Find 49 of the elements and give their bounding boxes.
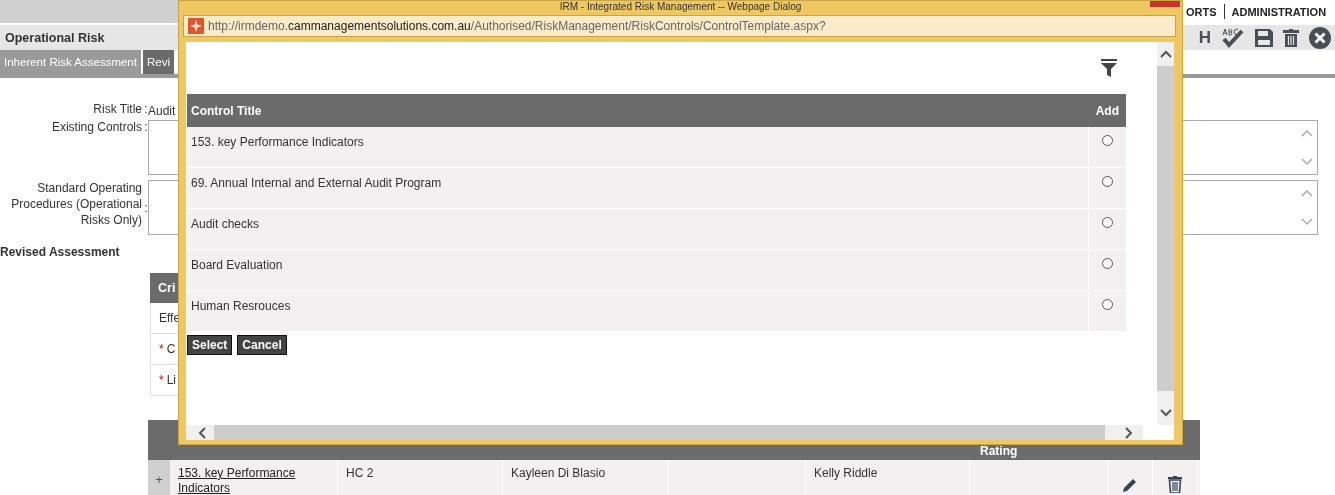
control-link[interactable]: 153. key Performance Indicators [178,466,329,495]
table-cell-text: Li [166,373,176,387]
expand-button[interactable]: + [148,460,170,495]
section-title: Operational Risk [5,30,105,45]
site-icon [188,18,204,34]
label-separator: : [144,200,148,215]
control-title: Audit checks [191,217,260,231]
table-cell: HC 2 [338,460,503,495]
radio-button[interactable] [1102,258,1113,269]
scroll-down-icon[interactable] [1159,409,1172,417]
scroll-left-icon[interactable] [198,426,206,439]
radio-button[interactable] [1102,217,1113,228]
window-title: IRM - Integrated Risk Management -- Webpage Dialog [559,1,802,13]
url-text: http://irmdemo.cammanagementsolutions.com.au/Authorised/RiskManagement/RiskControls/ControlTemplate.aspx? [208,19,826,33]
label-separator: : [144,102,148,116]
table-cell: Kayleen Di Blasio [503,460,668,495]
radio-button[interactable] [1102,135,1113,146]
field-value: Audit [148,103,176,118]
label-separator: : [144,120,148,134]
section-heading: Revised Assessment [0,245,121,259]
close-icon[interactable] [1309,26,1331,49]
trash-icon[interactable] [1168,476,1182,493]
control-title: 69. Annual Internal and External Audit Program [191,176,442,190]
column-header: Control Title [191,103,262,118]
control-title: 153. key Performance Indicators [191,135,364,149]
trash-icon[interactable] [1283,28,1299,47]
table-cell-text: C [166,342,176,356]
control-title: Board Evaluation [191,258,283,272]
dialog-button[interactable]: Cancel [237,335,287,355]
edit-icon[interactable] [1122,477,1138,493]
field-label: Risk Title [92,102,143,116]
required-marker: * [159,342,164,356]
radio-button[interactable] [1102,299,1113,310]
tab[interactable]: Revi [142,50,174,74]
heading-button[interactable]: H [1198,27,1211,48]
field-label: Existing Controls [50,120,143,134]
column-header: Add [1095,103,1119,118]
field-label: Standard Operating Procedures (Operational Risks Only) [10,180,143,228]
required-marker: * [159,373,164,387]
spellcheck-icon[interactable] [1221,26,1245,49]
save-icon[interactable] [1255,28,1273,47]
scroll-right-icon[interactable] [1125,426,1133,439]
nav-link[interactable]: ADMINISTRATION [1224,5,1334,18]
radio-button[interactable] [1102,176,1113,187]
dialog-button[interactable]: Select [187,335,233,355]
filter-icon[interactable] [1101,59,1117,77]
scroll-up-icon[interactable] [1159,50,1172,58]
nav-link[interactable]: ORTS [1186,5,1224,18]
table-cell: Kelly Riddle [806,460,970,495]
